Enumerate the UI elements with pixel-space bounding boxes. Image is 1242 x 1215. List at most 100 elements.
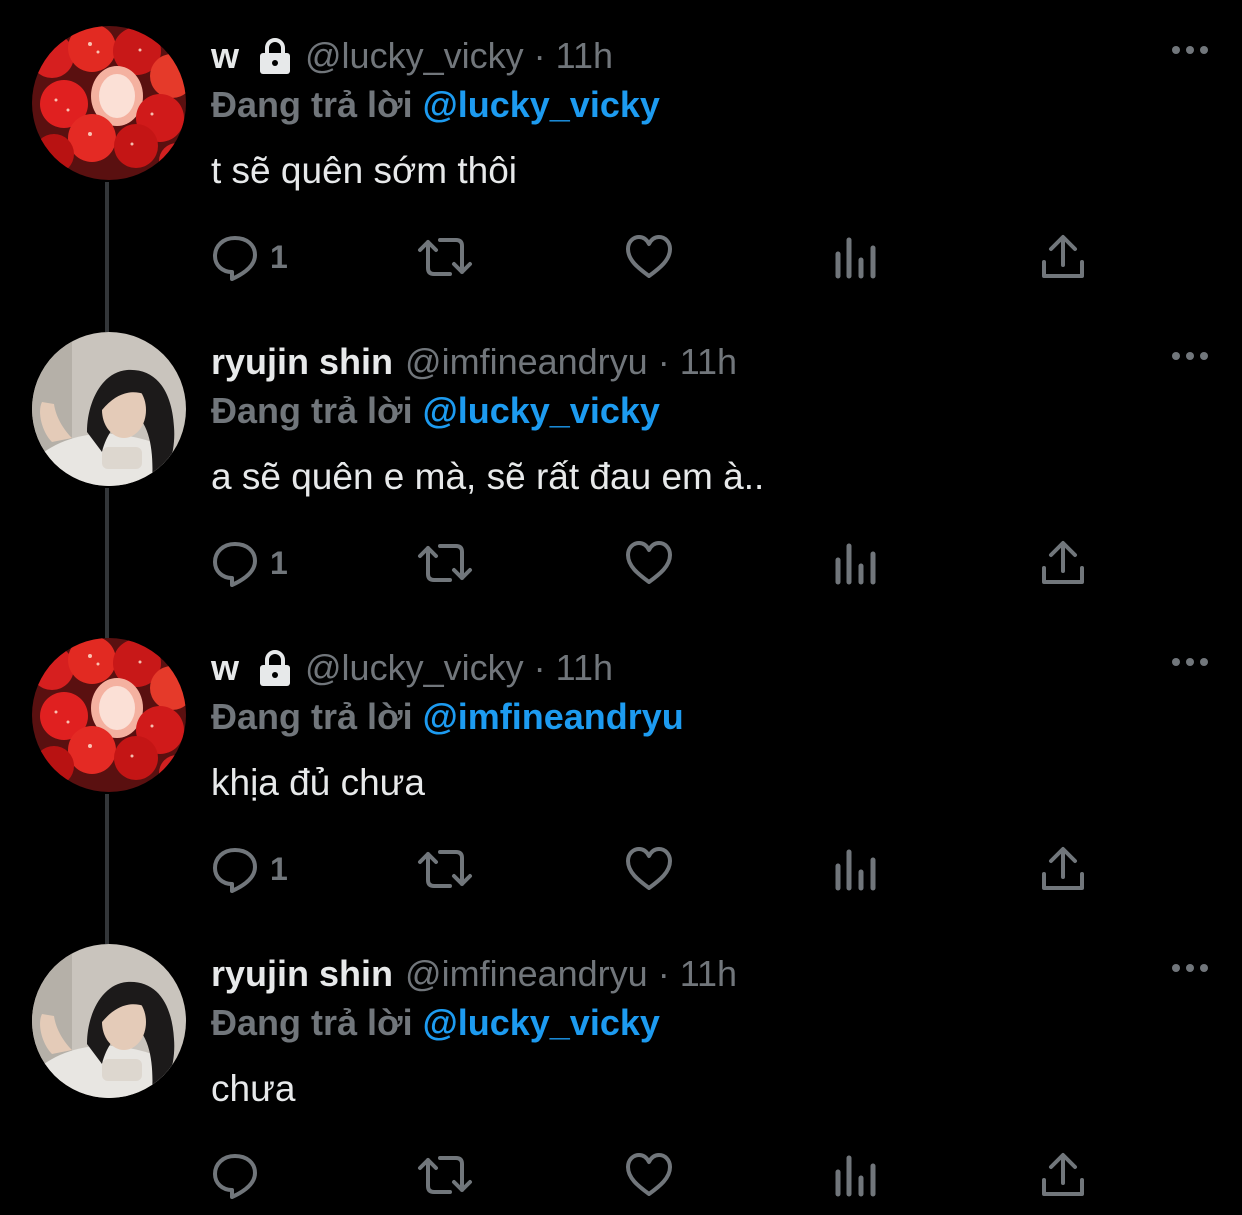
timestamp[interactable]: 11h xyxy=(680,336,737,388)
tweet-text: a sẽ quên e mà, sẽ rất đau em à.. xyxy=(211,456,765,497)
share-upload-icon xyxy=(1042,847,1084,890)
reply-button[interactable] xyxy=(210,1148,270,1202)
share-button[interactable] xyxy=(1040,536,1086,590)
strawberries-avatar-icon xyxy=(32,638,186,792)
views-button[interactable] xyxy=(834,536,878,590)
more-horizontal-icon[interactable] xyxy=(1170,962,1210,974)
replying-to-label: Đang trả lời xyxy=(211,1002,413,1043)
replying-to-mention[interactable]: @lucky_vicky xyxy=(423,84,660,125)
separator-dot: · xyxy=(657,341,670,382)
tweet-header: ryujin shin @imfineandryu · 11h xyxy=(211,948,737,1000)
tweet[interactable]: w @lucky_vicky · 11h Đang trả lời @imfine… xyxy=(0,612,1242,918)
tweet-header: ryujin shin @imfineandryu · 11h xyxy=(211,336,737,388)
timestamp[interactable]: 11h xyxy=(556,30,613,82)
replying-to-mention[interactable]: @imfineandryu xyxy=(423,696,684,737)
timestamp[interactable]: 11h xyxy=(680,948,737,1000)
tweet[interactable]: ryujin shin @imfineandryu · 11h Đang trả… xyxy=(0,306,1242,612)
replying-to-label: Đang trả lời xyxy=(211,390,413,431)
replying-to: Đang trả lời @lucky_vicky xyxy=(211,998,660,1048)
avatar[interactable] xyxy=(32,26,186,180)
reply-bubble-icon xyxy=(213,236,257,281)
share-button[interactable] xyxy=(1040,1148,1086,1202)
reply-bubble-icon xyxy=(213,848,257,893)
separator-dot: · xyxy=(533,647,546,688)
conversation-thread: w @lucky_vicky · 11h Đang trả lời @lucky_… xyxy=(0,0,1242,1215)
replying-to-label: Đang trả lời xyxy=(211,84,413,125)
tweet-actions: 1 xyxy=(210,842,1110,896)
girl-portrait-avatar-icon xyxy=(32,332,186,486)
retweet-icon xyxy=(418,1156,472,1194)
retweet-icon xyxy=(418,544,472,582)
share-upload-icon xyxy=(1042,541,1084,584)
user-handle[interactable]: @lucky_vicky xyxy=(305,642,524,694)
heart-icon xyxy=(626,1153,672,1196)
tweet-actions: 1 xyxy=(210,230,1110,284)
avatar[interactable] xyxy=(32,332,186,486)
display-name[interactable]: ryujin shin xyxy=(211,948,393,1000)
tweet[interactable]: ryujin shin @imfineandryu · 11h Đang trả… xyxy=(0,918,1242,1215)
reply-button[interactable]: 1 xyxy=(210,230,288,284)
reply-count: 1 xyxy=(270,850,288,887)
reply-button[interactable]: 1 xyxy=(210,536,288,590)
tweet-text: khịa đủ chưa xyxy=(211,762,426,803)
heart-icon xyxy=(626,541,672,584)
retweet-button[interactable] xyxy=(416,842,474,896)
views-bar-chart-icon xyxy=(835,543,876,585)
views-bar-chart-icon xyxy=(835,849,876,891)
replying-to-mention[interactable]: @lucky_vicky xyxy=(423,1002,660,1043)
views-button[interactable] xyxy=(834,842,878,896)
heart-icon xyxy=(626,235,672,278)
views-bar-chart-icon xyxy=(835,1155,876,1197)
reply-bubble-icon xyxy=(213,542,257,587)
display-name[interactable]: w xyxy=(211,642,239,694)
share-upload-icon xyxy=(1042,1153,1084,1196)
strawberries-avatar-icon xyxy=(32,26,186,180)
retweet-button[interactable] xyxy=(416,1148,474,1202)
more-horizontal-icon[interactable] xyxy=(1170,44,1210,56)
like-button[interactable] xyxy=(624,230,674,284)
tweet-actions: 1 xyxy=(210,536,1110,590)
views-bar-chart-icon xyxy=(835,237,876,279)
user-handle[interactable]: @imfineandryu xyxy=(405,336,648,388)
more-horizontal-icon[interactable] xyxy=(1170,656,1210,668)
reply-count: 1 xyxy=(270,238,288,275)
tweet-header: w @lucky_vicky · 11h xyxy=(211,30,613,82)
tweet-header: w @lucky_vicky · 11h xyxy=(211,642,613,694)
avatar[interactable] xyxy=(32,638,186,792)
reply-count: 1 xyxy=(270,544,288,581)
tweet-actions xyxy=(210,1148,1110,1202)
replying-to-label: Đang trả lời xyxy=(211,696,413,737)
share-upload-icon xyxy=(1042,235,1084,278)
retweet-button[interactable] xyxy=(416,536,474,590)
display-name[interactable]: ryujin shin xyxy=(211,336,393,388)
separator-dot: · xyxy=(657,953,670,994)
replying-to-mention[interactable]: @lucky_vicky xyxy=(423,390,660,431)
replying-to: Đang trả lời @lucky_vicky xyxy=(211,386,660,436)
replying-to: Đang trả lời @imfineandryu xyxy=(211,692,684,742)
like-button[interactable] xyxy=(624,842,674,896)
retweet-icon xyxy=(418,238,472,276)
retweet-button[interactable] xyxy=(416,230,474,284)
replying-to: Đang trả lời @lucky_vicky xyxy=(211,80,660,130)
tweet[interactable]: w @lucky_vicky · 11h Đang trả lời @lucky_… xyxy=(0,0,1242,306)
timestamp[interactable]: 11h xyxy=(556,642,613,694)
like-button[interactable] xyxy=(624,1148,674,1202)
display-name[interactable]: w xyxy=(211,30,239,82)
lock-icon xyxy=(260,38,291,74)
views-button[interactable] xyxy=(834,230,878,284)
reply-button[interactable]: 1 xyxy=(210,842,288,896)
like-button[interactable] xyxy=(624,536,674,590)
share-button[interactable] xyxy=(1040,842,1086,896)
reply-bubble-icon xyxy=(213,1154,257,1199)
user-handle[interactable]: @imfineandryu xyxy=(405,948,648,1000)
girl-portrait-avatar-icon xyxy=(32,944,186,1098)
tweet-text: chưa xyxy=(211,1068,296,1109)
tweet-text: t sẽ quên sớm thôi xyxy=(211,150,518,191)
share-button[interactable] xyxy=(1040,230,1086,284)
views-button[interactable] xyxy=(834,1148,878,1202)
user-handle[interactable]: @lucky_vicky xyxy=(305,30,524,82)
separator-dot: · xyxy=(533,35,546,76)
more-horizontal-icon[interactable] xyxy=(1170,350,1210,362)
avatar[interactable] xyxy=(32,944,186,1098)
retweet-icon xyxy=(418,850,472,888)
